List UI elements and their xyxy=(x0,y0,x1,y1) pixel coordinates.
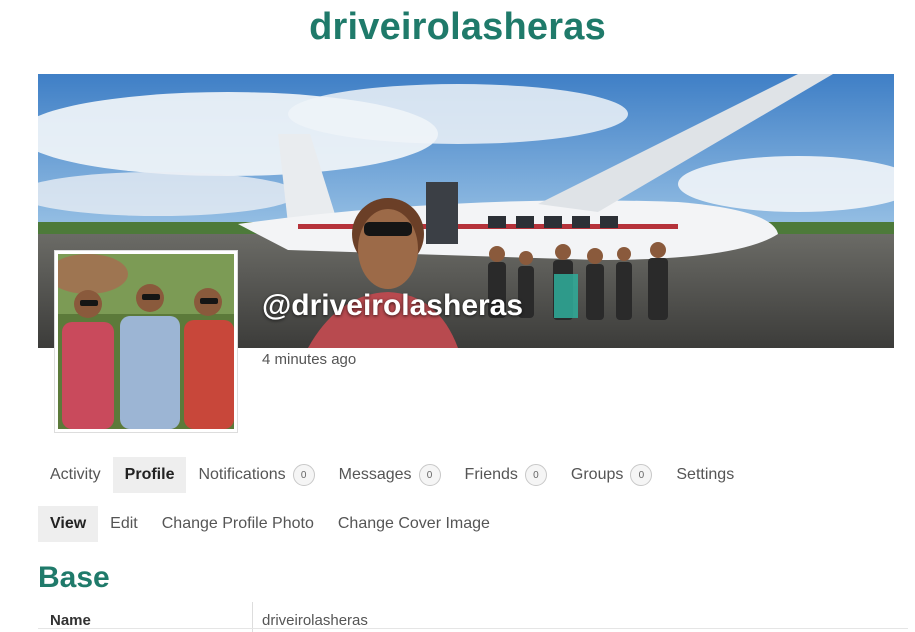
subtab-change-profile-photo[interactable]: Change Profile Photo xyxy=(150,506,326,542)
tab-groups[interactable]: Groups 0 xyxy=(559,457,664,493)
profile-subnav: View Edit Change Profile Photo Change Co… xyxy=(38,506,502,542)
count-badge: 0 xyxy=(292,464,315,486)
tab-label: Messages xyxy=(338,466,412,483)
tab-settings[interactable]: Settings xyxy=(664,457,746,493)
field-divider-line xyxy=(38,628,908,629)
tab-activity[interactable]: Activity xyxy=(38,457,113,493)
tab-label: Notifications xyxy=(198,466,286,483)
site-title[interactable]: driveirolasheras xyxy=(0,6,915,49)
tab-label: Activity xyxy=(50,466,101,483)
tab-notifications[interactable]: Notifications 0 xyxy=(186,457,326,493)
tab-profile[interactable]: Profile xyxy=(112,457,187,493)
profile-avatar[interactable] xyxy=(55,251,237,432)
field-value: driveirolasheras xyxy=(262,612,368,629)
tab-label: Friends xyxy=(464,466,518,483)
profile-nav-tabs: Activity Profile Notifications 0 Messages… xyxy=(38,457,746,493)
tab-friends[interactable]: Friends 0 xyxy=(453,457,559,493)
subtab-change-cover-image[interactable]: Change Cover Image xyxy=(326,506,502,542)
count-badge: 0 xyxy=(418,464,441,486)
section-title: Base xyxy=(38,561,110,594)
count-badge: 0 xyxy=(524,464,547,486)
tab-label: Groups xyxy=(570,466,624,483)
profile-handle: @driveirolasheras xyxy=(262,289,524,322)
last-active-time: 4 minutes ago xyxy=(262,351,357,368)
profile-field-row: Name driveirolasheras xyxy=(38,602,908,632)
tab-label: Profile xyxy=(124,466,175,483)
count-badge: 0 xyxy=(630,464,653,486)
subtab-view[interactable]: View xyxy=(38,506,99,542)
subtab-edit[interactable]: Edit xyxy=(98,506,150,542)
tab-label: Settings xyxy=(676,466,735,483)
tab-messages[interactable]: Messages 0 xyxy=(327,457,453,493)
field-label: Name xyxy=(50,612,91,629)
